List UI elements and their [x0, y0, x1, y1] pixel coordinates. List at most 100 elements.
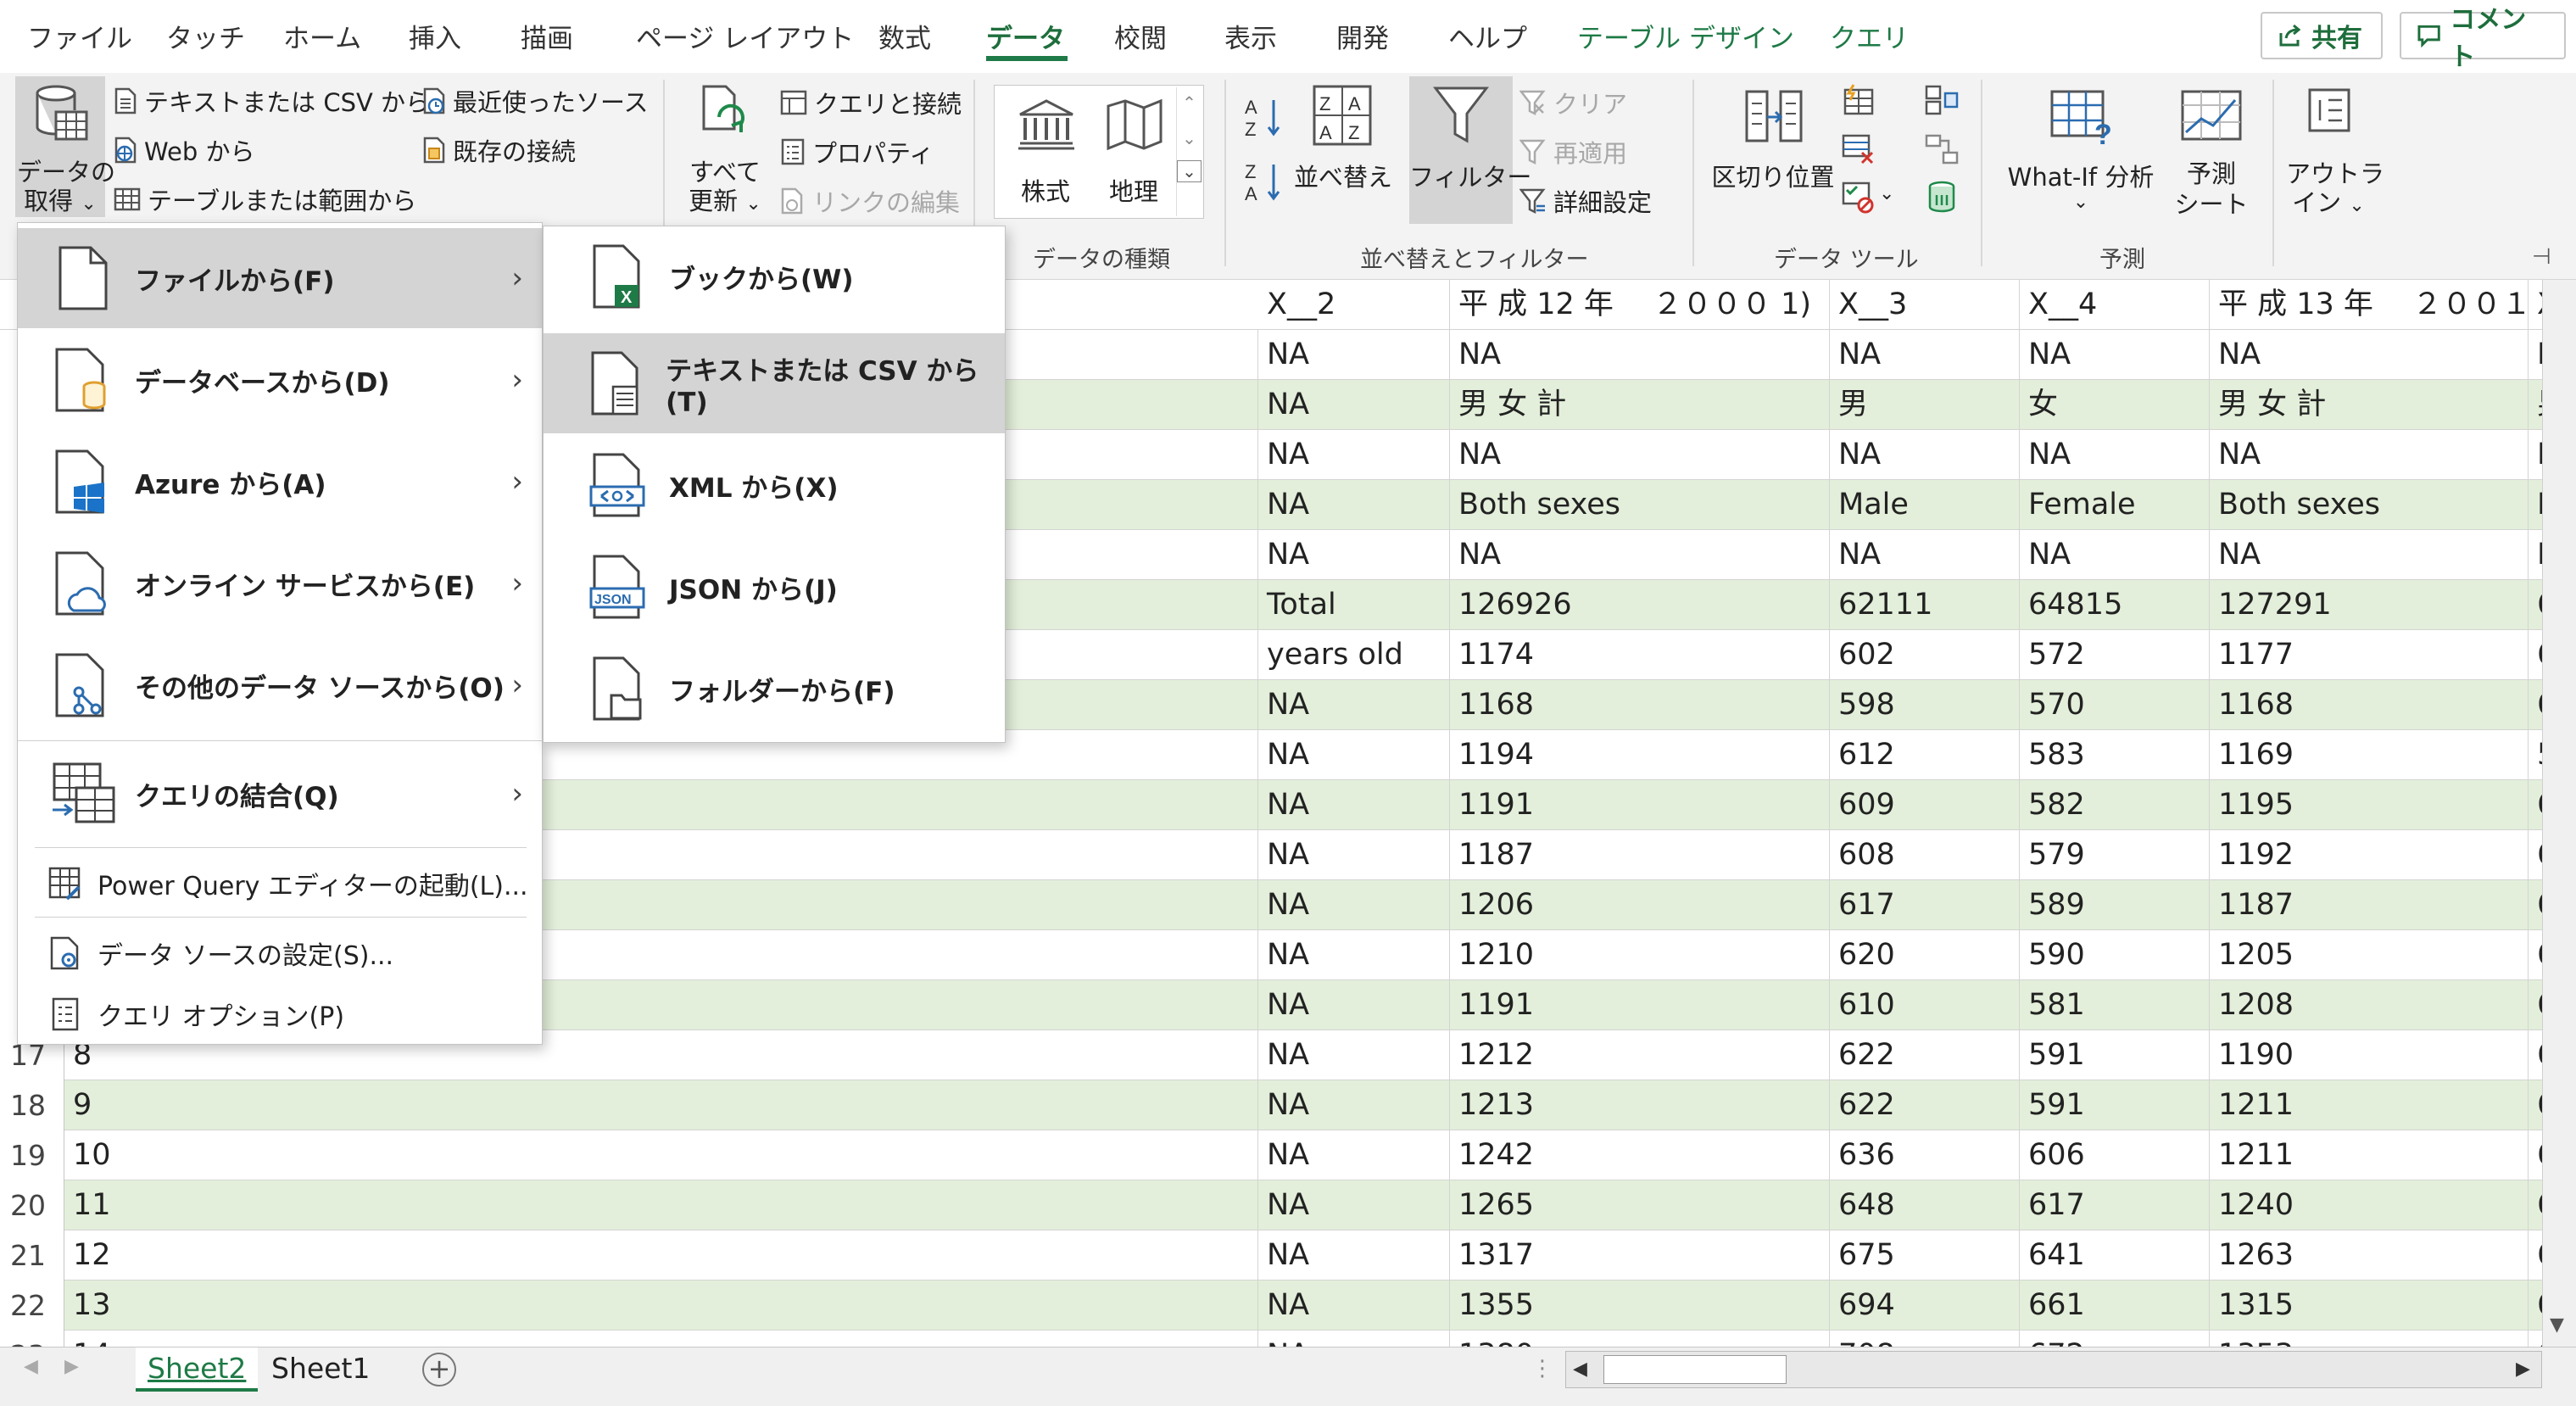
table-cell[interactable]: 622 [1830, 1080, 2020, 1130]
table-cell[interactable]: 男 [2529, 380, 2542, 430]
table-cell[interactable]: N [2529, 330, 2542, 380]
cell-column-a[interactable]: 9 [64, 1080, 1258, 1130]
table-cell[interactable]: 6 [2529, 1180, 2542, 1230]
cell-column-a[interactable]: 11 [64, 1180, 1258, 1230]
table-cell[interactable]: NA [1258, 730, 1450, 780]
submenu-item-from-xml[interactable]: XML から(X) [544, 435, 1005, 535]
table-cell[interactable]: NA [1830, 430, 2020, 480]
what-if-button[interactable]: ? What-If 分析 ⌄ [1998, 80, 2164, 220]
row-header[interactable]: 21 [0, 1230, 64, 1280]
edit-links-button[interactable]: リンクの編集 [780, 183, 960, 219]
table-cell[interactable]: 622 [1830, 1030, 2020, 1080]
tab-draw[interactable]: 描画 [521, 17, 573, 55]
table-cell[interactable]: 62111 [1830, 580, 2020, 630]
properties-button[interactable]: プロパティ [780, 134, 934, 170]
cell-column-a[interactable]: 13 [64, 1280, 1258, 1331]
cell-column-a[interactable]: 10 [64, 1130, 1258, 1180]
cell-column-a[interactable]: 14 [64, 1331, 1258, 1347]
table-cell[interactable]: 6 [2529, 930, 2542, 980]
submenu-item-from-folder[interactable]: フォルダーから(F) [544, 639, 1005, 739]
tab-touch[interactable]: タッチ [166, 17, 245, 55]
row-header[interactable]: 19 [0, 1130, 64, 1180]
table-cell[interactable]: 606 [2020, 1130, 2210, 1180]
tab-developer[interactable]: 開発 [1336, 17, 1389, 55]
consolidate-button[interactable] [1925, 83, 1959, 117]
tab-formulas[interactable]: 数式 [878, 17, 931, 55]
table-cell[interactable]: 617 [2020, 1180, 2210, 1230]
table-cell[interactable]: 1191 [1450, 780, 1830, 830]
table-cell[interactable]: 1206 [1450, 880, 1830, 930]
table-cell[interactable]: 1240 [2210, 1180, 2529, 1230]
sheet-nav-prev-icon[interactable]: ◀ [24, 1356, 38, 1377]
row-header[interactable]: 18 [0, 1080, 64, 1130]
table-cell[interactable]: 612 [1830, 730, 2020, 780]
menu-item-launch-power-query-editor[interactable]: Power Query エディターの起動(L)... [18, 854, 542, 913]
submenu-item-from-json[interactable]: JSON JSON から(J) [544, 537, 1005, 637]
table-cell[interactable]: NA [2020, 530, 2210, 580]
table-cell[interactable]: NA [1830, 330, 2020, 380]
text-to-columns-button[interactable]: 区切り位置 [1709, 80, 1837, 220]
table-cell[interactable]: 6 [2529, 880, 2542, 930]
table-cell[interactable]: 6 [2529, 680, 2542, 730]
table-cell[interactable]: 127291 [2210, 580, 2529, 630]
table-cell[interactable]: NA [1258, 830, 1450, 880]
sheet-nav-next-icon[interactable]: ▶ [64, 1356, 79, 1377]
sort-az-button[interactable]: AZ [1243, 93, 1284, 144]
forecast-sheet-button[interactable]: 予測 シート [2169, 80, 2254, 220]
table-cell[interactable]: 1187 [1450, 830, 1830, 880]
table-cell[interactable]: 620 [1830, 930, 2020, 980]
table-cell[interactable]: 6 [2529, 980, 2542, 1030]
vertical-scrollbar[interactable]: ▼ [2542, 280, 2576, 1347]
table-cell[interactable]: 1317 [1450, 1230, 1830, 1280]
share-button[interactable]: 共有 [2261, 12, 2383, 59]
menu-item-combine-queries[interactable]: クエリの結合(Q) › [18, 744, 542, 844]
table-cell[interactable]: 6 [2529, 1080, 2542, 1130]
relationships-button[interactable] [1925, 132, 1959, 166]
recent-sources-button[interactable]: 最近使ったソース [422, 83, 649, 119]
tab-query[interactable]: クエリ [1830, 17, 1909, 55]
split-handle-icon[interactable]: ⋮ [1531, 1356, 1553, 1381]
scroll-left-icon[interactable]: ◀ [1573, 1359, 1587, 1380]
table-cell[interactable]: 591 [2020, 1030, 2210, 1080]
table-cell[interactable]: 661 [2020, 1280, 2210, 1331]
gallery-scroll[interactable]: ⌃ ⌄ ⌄ [1176, 87, 1202, 216]
table-cell[interactable]: 591 [2020, 1080, 2210, 1130]
table-cell[interactable]: NA [1450, 330, 1830, 380]
table-cell[interactable]: 1169 [2210, 730, 2529, 780]
table-cell[interactable]: 617 [1830, 880, 2020, 930]
table-cell[interactable]: Both sexes [1450, 480, 1830, 530]
advanced-filter-button[interactable]: 詳細設定 [1519, 183, 1652, 219]
table-cell[interactable]: 581 [2020, 980, 2210, 1030]
gallery-down-icon[interactable]: ⌄ [1177, 128, 1202, 148]
table-cell[interactable]: 1194 [1450, 730, 1830, 780]
sort-button[interactable]: ZAAZ 並べ替え [1294, 80, 1392, 220]
from-table-range-button[interactable]: テーブルまたは範囲から [114, 181, 416, 217]
table-cell[interactable]: 610 [1830, 980, 2020, 1030]
queries-connections-button[interactable]: クエリと接続 [780, 85, 962, 120]
table-cell[interactable]: NA [2020, 430, 2210, 480]
table-cell[interactable]: NA [1258, 680, 1450, 730]
table-cell[interactable]: NA [1258, 480, 1450, 530]
table-cell[interactable]: NA [1450, 530, 1830, 580]
menu-item-from-database[interactable]: データベースから(D) › [18, 330, 542, 430]
scroll-down-icon[interactable]: ▼ [2550, 1314, 2564, 1336]
table-cell[interactable]: 694 [1830, 1280, 2020, 1331]
header-cell[interactable]: 平 成 13 年 ２００１ [2210, 280, 2529, 330]
table-cell[interactable]: NA [1258, 1080, 1450, 1130]
table-cell[interactable]: 1212 [1450, 1030, 1830, 1080]
table-cell[interactable]: 1210 [1450, 930, 1830, 980]
tab-table-design[interactable]: テーブル デザイン [1577, 17, 1794, 55]
table-cell[interactable]: NA [1258, 330, 1450, 380]
table-cell[interactable]: 1208 [2210, 980, 2529, 1030]
comment-button[interactable]: コメント [2400, 5, 2566, 72]
header-cell[interactable]: X__2 [1258, 280, 1450, 330]
cell-column-a[interactable]: 12 [64, 1230, 1258, 1280]
table-cell[interactable]: NA [2210, 330, 2529, 380]
table-cell[interactable]: 1168 [2210, 680, 2529, 730]
table-cell[interactable]: 1174 [1450, 630, 1830, 680]
table-cell[interactable]: NA [1258, 780, 1450, 830]
table-cell[interactable]: Female [2020, 480, 2210, 530]
table-cell[interactable]: 648 [1830, 1180, 2020, 1230]
table-cell[interactable]: 6 [2529, 1230, 2542, 1280]
tab-insert[interactable]: 挿入 [409, 17, 461, 55]
